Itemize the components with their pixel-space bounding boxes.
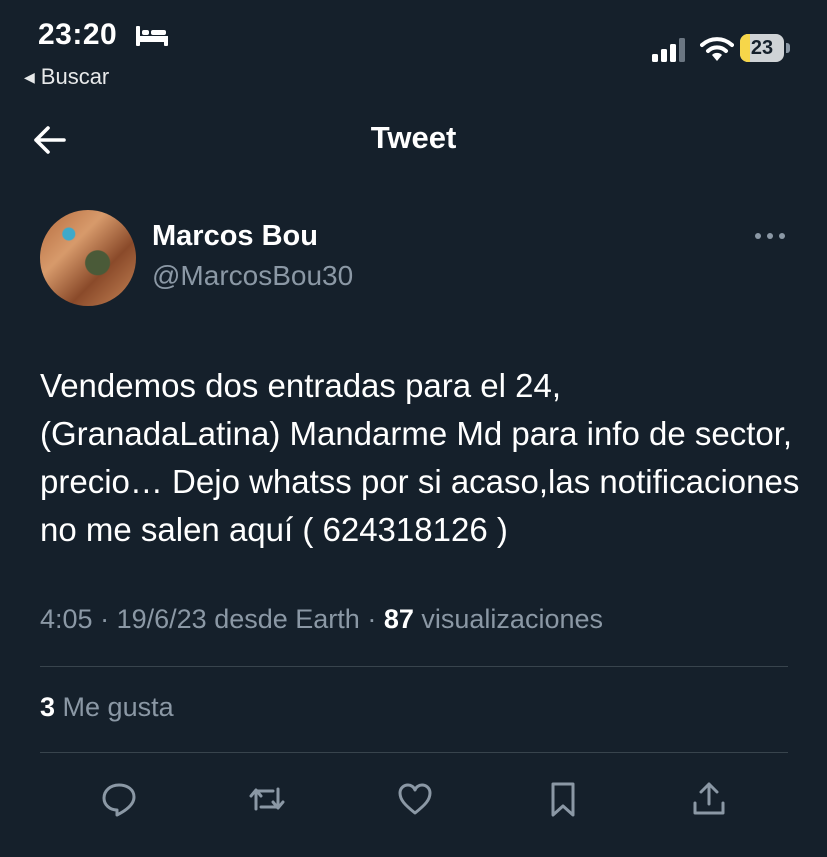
meta-separator: ·	[100, 604, 110, 634]
wifi-icon	[700, 37, 734, 61]
status-time: 23:20	[38, 18, 118, 51]
retweet-button[interactable]	[244, 776, 290, 822]
divider	[40, 666, 788, 667]
signal-icon	[652, 38, 685, 62]
tweet-meta: 4:05 · 19/6/23 desde Earth · 87 visualiz…	[40, 604, 603, 635]
tweet-time: 4:05	[40, 604, 93, 634]
share-icon	[693, 782, 725, 815]
battery-icon: 23	[740, 34, 792, 64]
likes-label: Me gusta	[62, 692, 174, 722]
reply-icon	[102, 783, 136, 817]
bookmark-button[interactable]	[540, 776, 586, 822]
bed-icon	[136, 26, 168, 46]
back-triangle-icon: ◀	[24, 68, 35, 85]
page-title: Tweet	[370, 120, 457, 155]
tweet-source: desde Earth	[214, 604, 360, 634]
battery-level: 23	[750, 37, 774, 59]
back-app-label: Buscar	[40, 64, 110, 89]
author-name[interactable]: Marcos Bou	[152, 220, 318, 253]
likes-summary[interactable]: 3 Me gusta	[40, 692, 174, 723]
views-label: visualizaciones	[421, 604, 603, 634]
avatar[interactable]	[40, 210, 136, 306]
more-options-icon[interactable]	[752, 226, 788, 246]
back-to-app-link[interactable]: ◀ Buscar	[24, 64, 109, 90]
reply-button[interactable]	[96, 776, 142, 822]
bookmark-icon	[551, 782, 575, 817]
share-button[interactable]	[686, 776, 732, 822]
like-button[interactable]	[392, 776, 438, 822]
divider	[40, 752, 788, 753]
like-icon	[398, 783, 432, 815]
tweet-text: Vendemos dos entradas para el 24, (Grana…	[40, 367, 800, 548]
tweet-date: 19/6/23	[116, 604, 207, 634]
likes-count: 3	[40, 692, 56, 722]
views-count: 87	[383, 604, 414, 634]
author-handle[interactable]: @MarcosBou30	[152, 260, 353, 292]
retweet-icon	[249, 787, 285, 811]
battery-tip	[786, 43, 790, 53]
meta-separator: ·	[367, 604, 377, 634]
